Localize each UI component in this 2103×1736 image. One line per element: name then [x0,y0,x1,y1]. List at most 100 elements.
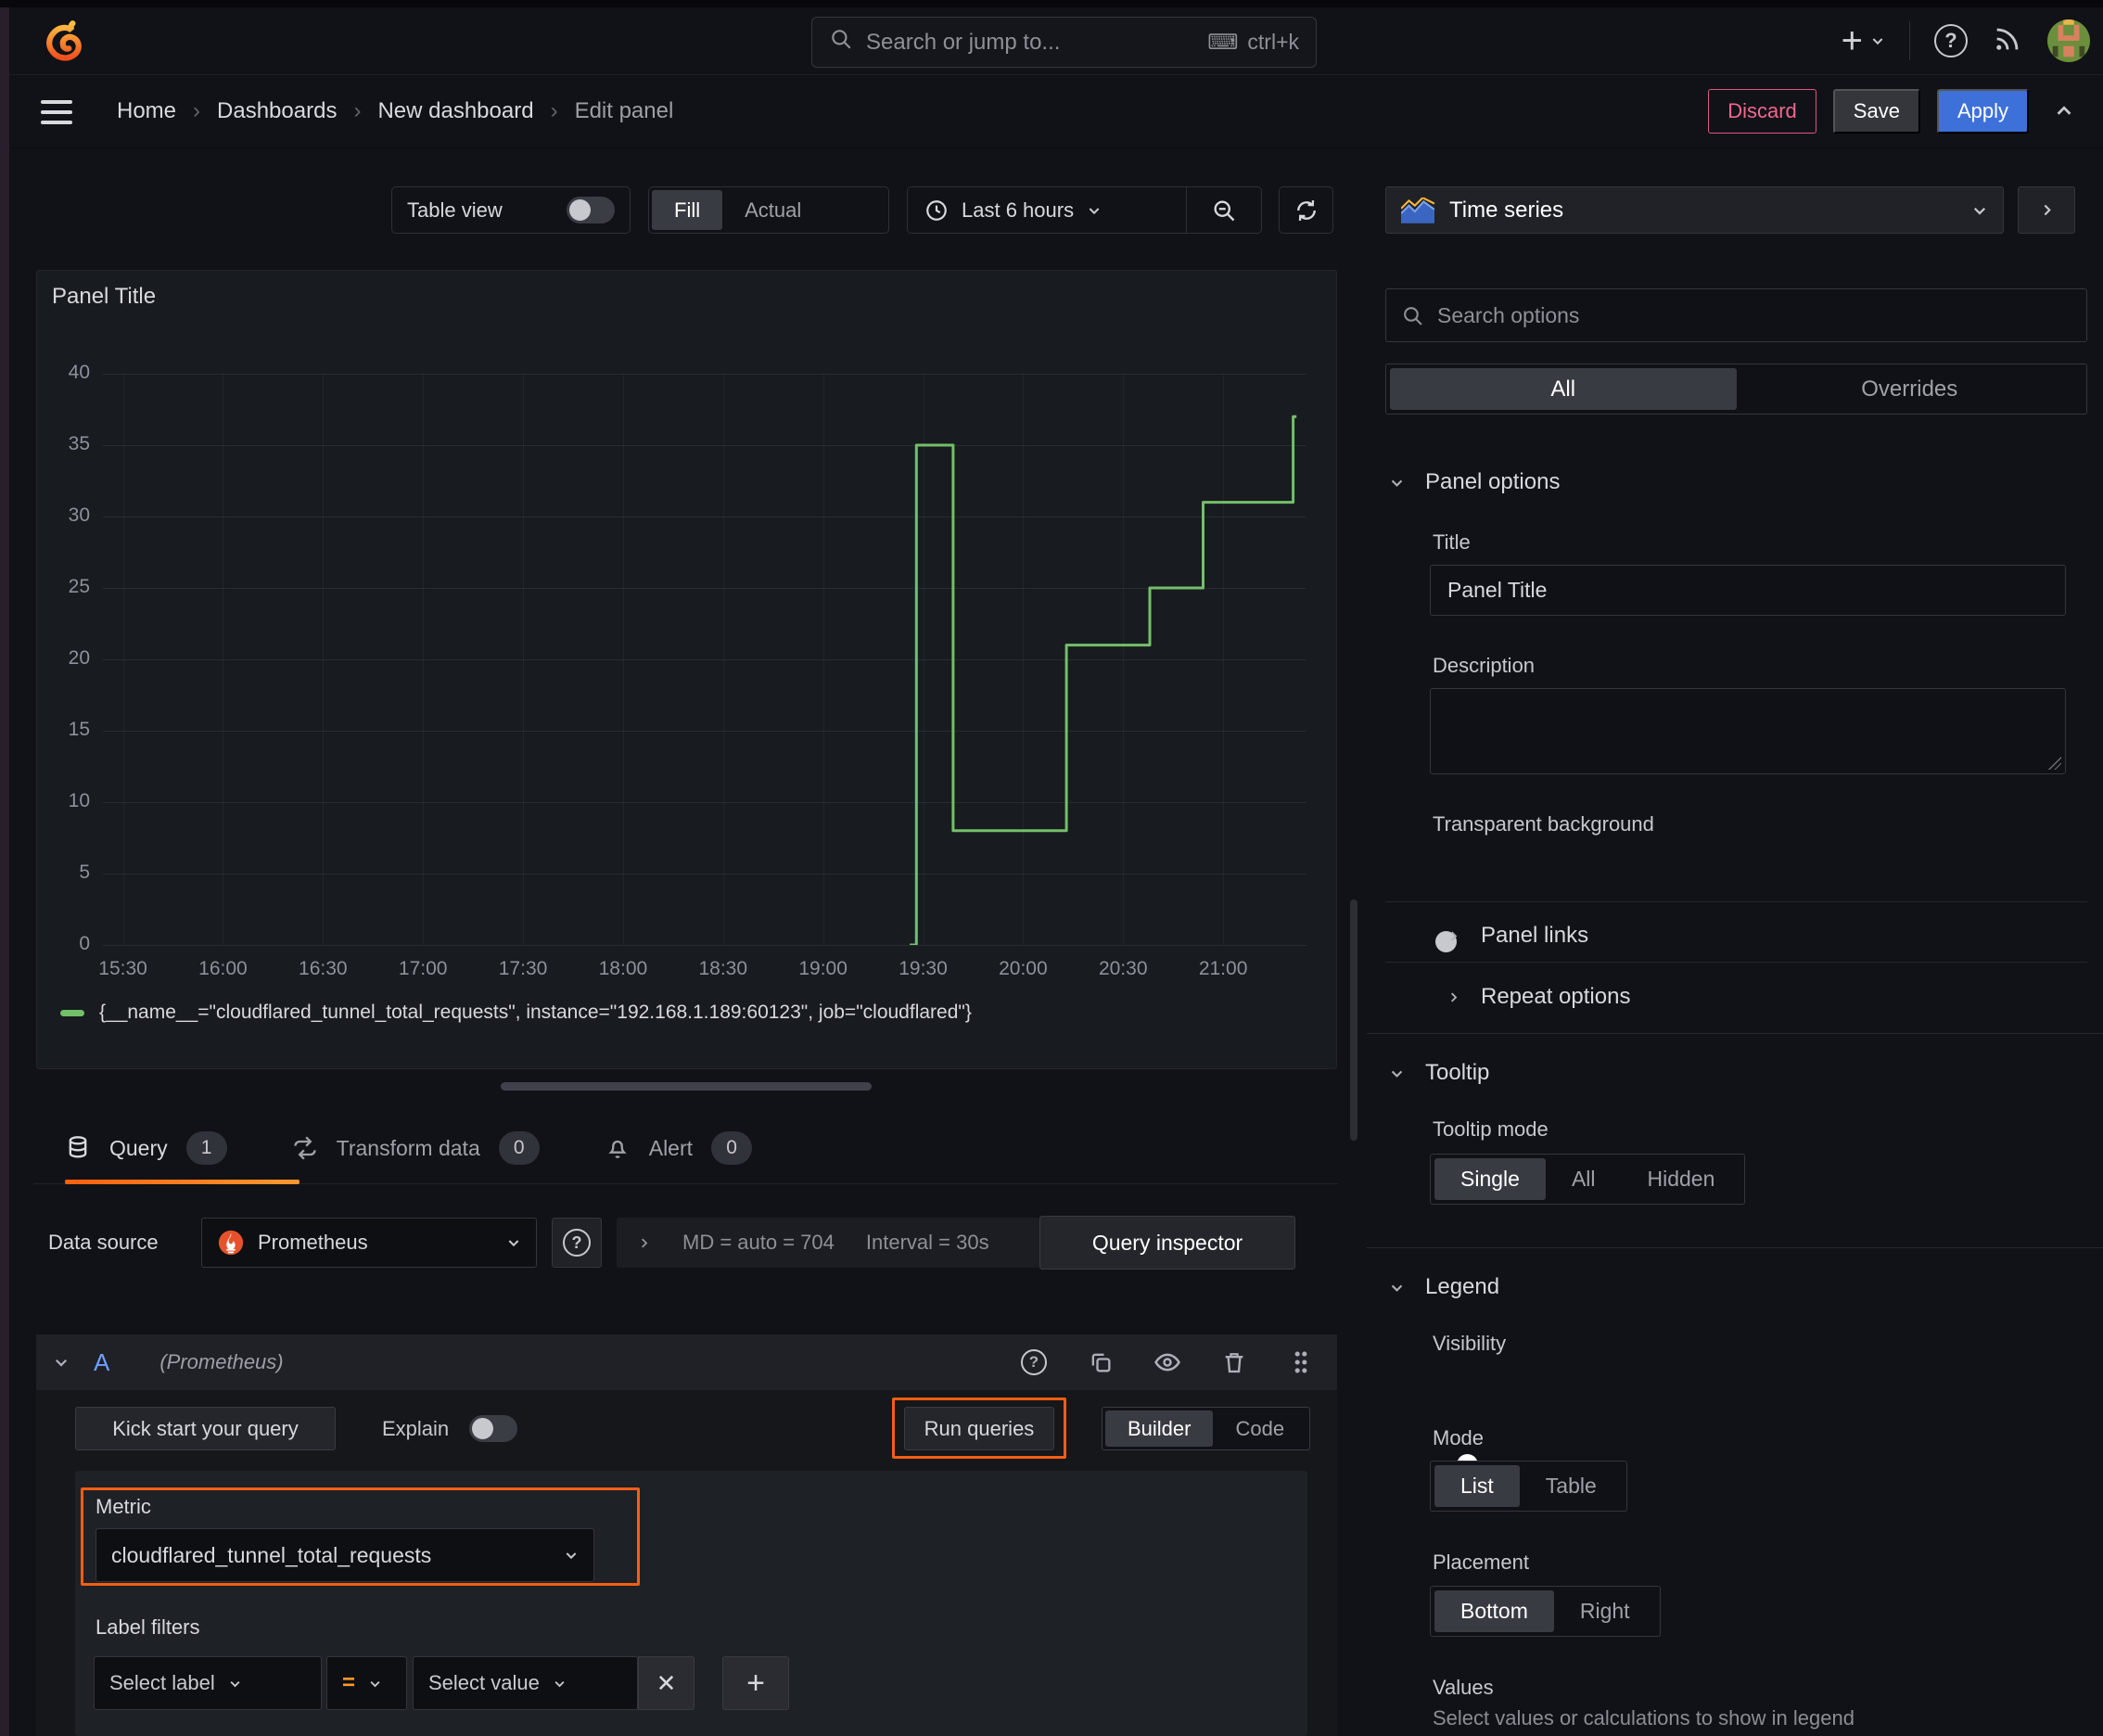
legend-values-label: Values [1433,1676,1494,1699]
repeat-options-section[interactable]: Repeat options [1447,984,1630,1010]
table-view-control: Table view [391,186,631,234]
y-axis-tick: 15 [68,719,90,740]
drag-handle-icon[interactable] [1281,1343,1320,1382]
legend-series-label[interactable]: {__name__="cloudflared_tunnel_total_requ… [99,1002,972,1024]
grafana-logo-icon[interactable] [41,19,87,65]
explain-toggle[interactable] [469,1415,518,1442]
legend-section[interactable]: Legend [1389,1274,1499,1300]
builder-option[interactable]: Builder [1105,1410,1214,1447]
breadcrumb-home[interactable]: Home [117,98,176,124]
chevron-down-icon [1089,207,1100,214]
x-axis-tick: 16:00 [198,958,248,979]
apply-button[interactable]: Apply [1936,89,2029,134]
discard-button[interactable]: Discard [1708,89,1816,134]
panel-title-input[interactable]: Panel Title [1430,565,2066,616]
breadcrumb-separator: › [550,98,558,123]
time-series-panel: Panel Title 0 5 10 15 20 25 30 35 40 15:30 16:00 16… [36,270,1337,1069]
tab-transform-data[interactable]: Transform data 0 [292,1113,540,1183]
query-datasource-hint: (Prometheus) [159,1350,284,1373]
legend-placement-group: Bottom Right [1430,1586,1661,1637]
add-new-button[interactable]: + [1842,20,1885,62]
gridline-y [103,945,1306,946]
panel-options-section[interactable]: Panel options [1389,469,1560,495]
visualization-picker[interactable]: Time series [1385,186,2004,234]
panel-resize-handle[interactable] [501,1082,872,1091]
chevron-down-icon[interactable] [53,1354,70,1371]
add-filter-button[interactable]: + [722,1656,789,1710]
chevron-down-icon [1872,38,1883,45]
options-tab-all[interactable]: All [1390,368,1737,410]
code-option[interactable]: Code [1213,1410,1306,1447]
y-axis-tick: 35 [68,433,90,454]
run-queries-button[interactable]: Run queries [904,1407,1054,1450]
zoom-out-icon[interactable] [1187,187,1261,233]
query-ref-id: A [94,1347,110,1376]
options-search-input[interactable]: Search options [1385,288,2087,342]
refresh-button[interactable] [1279,186,1333,234]
tab-alert[interactable]: Alert 0 [605,1113,753,1183]
collapse-header-icon[interactable] [2046,93,2083,130]
fit-mode-group: Fill Actual [648,186,889,234]
kick-start-query-button[interactable]: Kick start your query [75,1407,336,1450]
legend-placement-bottom[interactable]: Bottom [1434,1590,1554,1632]
datasource-picker[interactable]: Prometheus [201,1218,537,1268]
tooltip-mode-label: Tooltip mode [1433,1117,1549,1141]
x-axis-tick: 17:30 [498,958,548,979]
metric-select[interactable]: cloudflared_tunnel_total_requests [96,1528,594,1582]
query-header[interactable]: A (Prometheus) ? [36,1334,1337,1390]
query-options-bar[interactable]: MD = auto = 704 Interval = 30s [617,1218,1039,1268]
global-search-input[interactable]: Search or jump to... ⌨ ctrl+k [811,17,1317,68]
chevron-down-icon [1391,479,1403,487]
vertical-scrollbar[interactable] [1350,900,1357,1141]
tooltip-section[interactable]: Tooltip [1389,1060,1489,1086]
table-view-toggle[interactable] [567,197,615,223]
top-nav-right: + ? [1842,7,2090,74]
help-icon[interactable]: ? [1934,24,1968,57]
collapse-options-button[interactable] [2018,186,2075,234]
legend-placement-right[interactable]: Right [1554,1590,1656,1632]
options-tab-overrides[interactable]: Overrides [1737,368,2084,410]
duplicate-query-icon[interactable] [1081,1343,1120,1382]
query-help-icon[interactable]: ? [1014,1343,1053,1382]
tooltip-mode-single[interactable]: Single [1434,1158,1546,1200]
x-axis-tick: 21:00 [1198,958,1248,979]
description-textarea[interactable] [1430,688,2066,774]
select-value-dropdown[interactable]: Select value [413,1656,638,1710]
grafana-edit-panel-screen: Search or jump to... ⌨ ctrl+k + ? Home ›… [0,0,2103,1736]
options-tabs: All Overrides [1385,364,2087,415]
fit-actual-option[interactable]: Actual [722,190,823,230]
save-button[interactable]: Save [1832,89,1920,134]
visualization-name: Time series [1449,197,1564,223]
select-label-dropdown[interactable]: Select label [94,1656,322,1710]
search-icon [829,27,853,57]
tab-query[interactable]: Query 1 [65,1113,300,1184]
chevron-right-icon [1450,991,1458,1002]
bell-icon [608,1140,627,1158]
tooltip-mode-hidden[interactable]: Hidden [1622,1158,1741,1200]
legend-mode-table[interactable]: Table [1520,1465,1623,1507]
y-axis-tick: 25 [68,576,90,597]
active-tab-underline [65,1180,300,1184]
time-range-picker[interactable]: Last 6 hours [908,198,1186,223]
y-axis-tick: 0 [79,933,90,954]
remove-filter-button[interactable]: ✕ [638,1656,695,1710]
fit-fill-option[interactable]: Fill [652,190,723,230]
toggle-visibility-icon[interactable] [1148,1343,1187,1382]
resize-grip-icon[interactable] [2048,757,2061,770]
user-avatar[interactable] [2047,19,2090,62]
explain-control: Explain [382,1407,518,1450]
breadcrumb-dashboards[interactable]: Dashboards [217,98,337,124]
chart-plot[interactable]: 0 5 10 15 20 25 30 35 40 15:30 16:00 16:30 17:00 17:3… [69,362,1306,979]
chevron-down-icon [230,1680,240,1687]
tooltip-mode-all[interactable]: All [1546,1158,1622,1200]
legend-mode-list[interactable]: List [1434,1465,1520,1507]
y-axis-tick: 10 [68,790,90,811]
datasource-help-button[interactable]: ? [552,1218,602,1268]
menu-toggle-icon[interactable] [41,92,83,133]
operator-dropdown[interactable]: = [326,1656,407,1710]
query-inspector-button[interactable]: Query inspector [1039,1216,1295,1270]
delete-query-icon[interactable] [1215,1343,1254,1382]
panel-links-section[interactable]: Panel links [1447,923,1588,949]
news-rss-icon[interactable] [1992,23,2023,59]
breadcrumb-new-dashboard[interactable]: New dashboard [377,98,533,124]
